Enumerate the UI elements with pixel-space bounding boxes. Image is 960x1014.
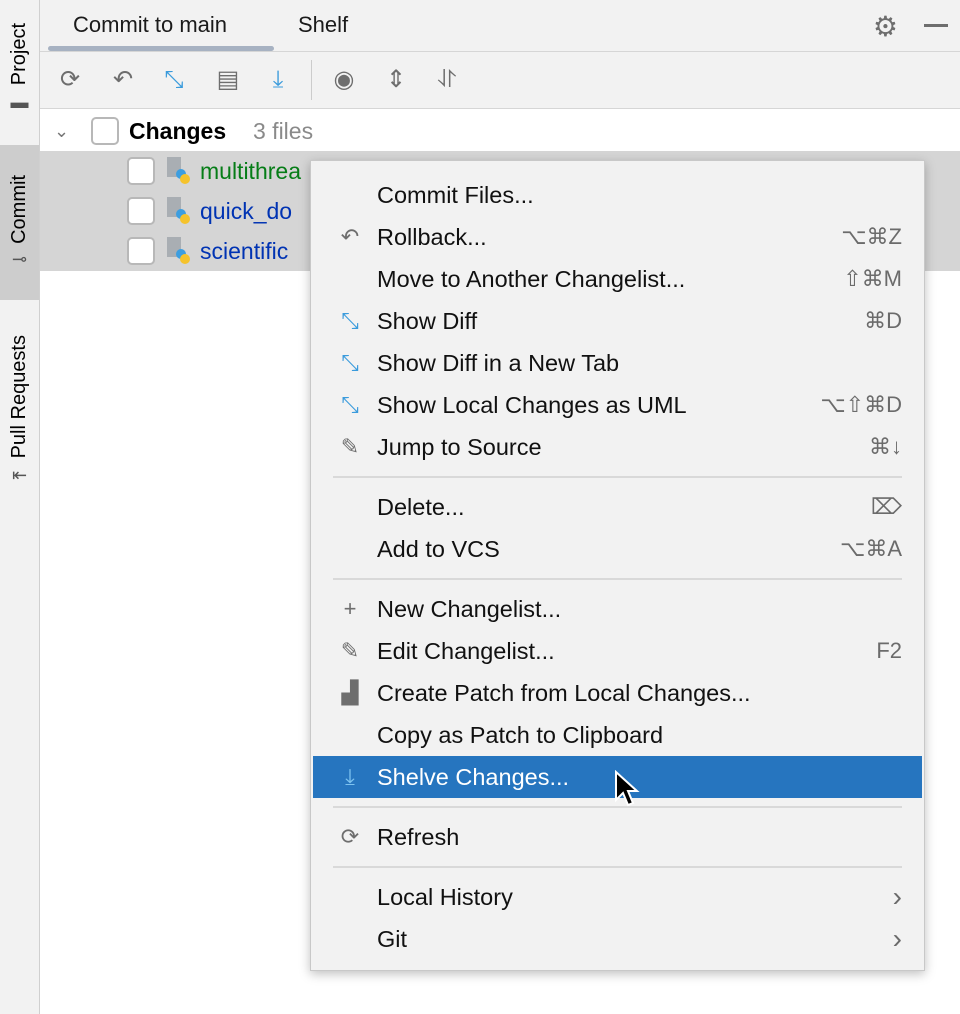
chevron-right-icon: › (893, 881, 902, 913)
mouse-cursor-icon (614, 770, 640, 810)
python-file-icon (167, 157, 193, 185)
sidebar-tab-project[interactable]: Project ▬ (0, 8, 39, 128)
shelve-icon: ⤓ (335, 764, 365, 790)
diff-icon: ⤡ (335, 308, 365, 334)
file-name: multithrea (200, 158, 301, 185)
menu-item-copy-patch[interactable]: Copy as Patch to Clipboard (311, 714, 924, 756)
menu-item-label: Commit Files... (377, 182, 534, 209)
menu-item-label: Show Local Changes as UML (377, 392, 687, 419)
menu-separator (311, 468, 924, 486)
menu-item-label: Local History (377, 884, 513, 911)
menu-item-label: Copy as Patch to Clipboard (377, 722, 663, 749)
rollback-icon: ↶ (335, 224, 365, 250)
group-label: Changes (129, 118, 226, 145)
tab-shelf[interactable]: Shelf (298, 12, 348, 38)
gear-icon[interactable]: ⚙ (873, 10, 898, 43)
tool-window-strip: Project ▬ Commit ⊸ Pull Requests ⇤ (0, 0, 40, 1014)
menu-item-edit-changelist[interactable]: ✎ Edit Changelist... F2 (311, 630, 924, 672)
context-menu: Commit Files... ↶ Rollback... ⌥⌘Z Move to … (310, 160, 925, 971)
shortcut: ⌥⌘A (840, 536, 902, 562)
menu-item-label: Git (377, 926, 407, 953)
shortcut: ⇧⌘M (843, 266, 902, 292)
tab-bar: Commit to main Shelf ⚙ (40, 0, 960, 52)
sidebar-tab-label: Project (8, 23, 31, 85)
pencil-icon: ✎ (335, 434, 365, 460)
menu-item-label: Edit Changelist... (377, 638, 555, 665)
menu-item-label: New Changelist... (377, 596, 561, 623)
minimize-icon[interactable] (924, 24, 948, 27)
expand-all-icon[interactable]: ⇕ (380, 64, 412, 96)
sidebar-tab-label: Pull Requests (8, 335, 31, 458)
commit-icon: ⊸ (12, 249, 27, 270)
shortcut: ⌥⇧⌘D (820, 392, 902, 418)
menu-item-label: Show Diff (377, 308, 477, 335)
patch-file-icon: ▟ (335, 680, 365, 706)
group-checkbox[interactable] (91, 117, 119, 145)
chevron-down-icon[interactable]: ⌄ (54, 121, 69, 142)
shelve-icon[interactable]: ⤓ (262, 64, 294, 96)
group-count: 3 files (253, 118, 313, 145)
file-checkbox[interactable] (127, 237, 155, 265)
eye-icon[interactable]: ◉ (328, 64, 360, 96)
menu-item-new-changelist[interactable]: + New Changelist... (311, 588, 924, 630)
sidebar-tab-label: Commit (8, 175, 31, 244)
active-tab-indicator (48, 46, 274, 51)
changelist-icon[interactable]: ▤ (212, 64, 244, 96)
changes-group-row[interactable]: ⌄ Changes 3 files (40, 111, 960, 151)
refresh-icon[interactable]: ⟳ (54, 64, 86, 96)
menu-item-local-history[interactable]: Local History › (311, 876, 924, 918)
menu-item-label: Rollback... (377, 224, 487, 251)
collapse-all-icon[interactable]: ⥯ (431, 64, 463, 96)
shortcut: ⌘D (864, 308, 902, 334)
menu-item-git[interactable]: Git › (311, 918, 924, 960)
menu-separator (311, 858, 924, 876)
pull-request-icon: ⇤ (12, 465, 27, 486)
menu-item-label: Move to Another Changelist... (377, 266, 685, 293)
shortcut: ⌘↓ (869, 434, 902, 460)
tab-commit-to-main[interactable]: Commit to main (73, 12, 227, 38)
rollback-icon[interactable]: ↶ (107, 64, 139, 96)
menu-item-refresh[interactable]: ⟳ Refresh (311, 816, 924, 858)
menu-item-label: Add to VCS (377, 536, 500, 563)
menu-item-label: Refresh (377, 824, 459, 851)
menu-item-jump-to-source[interactable]: ✎ Jump to Source ⌘↓ (311, 426, 924, 468)
shortcut: F2 (876, 638, 902, 664)
menu-separator (311, 570, 924, 588)
python-file-icon (167, 237, 193, 265)
chevron-right-icon: › (893, 923, 902, 955)
file-name: quick_do (200, 198, 292, 225)
diff-icon[interactable]: ⤡ (158, 64, 190, 96)
folder-icon: ▬ (11, 92, 29, 113)
menu-item-show-uml[interactable]: ⤡ Show Local Changes as UML ⌥⇧⌘D (311, 384, 924, 426)
sidebar-tab-commit[interactable]: Commit ⊸ (0, 145, 39, 300)
uml-diff-icon: ⤡ (335, 392, 365, 418)
file-checkbox[interactable] (127, 197, 155, 225)
python-file-icon (167, 197, 193, 225)
refresh-icon: ⟳ (335, 824, 365, 850)
menu-item-create-patch[interactable]: ▟ Create Patch from Local Changes... (311, 672, 924, 714)
menu-item-label: Create Patch from Local Changes... (377, 680, 751, 707)
menu-item-label: Show Diff in a New Tab (377, 350, 619, 377)
diff-icon: ⤡ (335, 350, 365, 376)
sidebar-tab-pull-requests[interactable]: Pull Requests ⇤ (0, 318, 39, 503)
menu-item-rollback[interactable]: ↶ Rollback... ⌥⌘Z (311, 216, 924, 258)
pencil-icon: ✎ (335, 638, 365, 664)
menu-item-label: Delete... (377, 494, 465, 521)
menu-item-show-diff[interactable]: ⤡ Show Diff ⌘D (311, 300, 924, 342)
shortcut: ⌦ (871, 494, 902, 520)
menu-item-move-to-changelist[interactable]: Move to Another Changelist... ⇧⌘M (311, 258, 924, 300)
shortcut: ⌥⌘Z (841, 224, 902, 250)
menu-item-delete[interactable]: Delete... ⌦ (311, 486, 924, 528)
menu-item-label: Jump to Source (377, 434, 542, 461)
toolbar-separator (311, 60, 312, 100)
file-name: scientific (200, 238, 288, 265)
menu-item-label: Shelve Changes... (377, 764, 569, 791)
menu-item-add-to-vcs[interactable]: Add to VCS ⌥⌘A (311, 528, 924, 570)
toolbar: ⟳ ↶ ⤡ ▤ ⤓ ◉ ⇕ ⥯ (40, 52, 960, 109)
menu-item-show-diff-new-tab[interactable]: ⤡ Show Diff in a New Tab (311, 342, 924, 384)
file-checkbox[interactable] (127, 157, 155, 185)
menu-item-commit-files[interactable]: Commit Files... (311, 174, 924, 216)
plus-icon: + (335, 596, 365, 622)
